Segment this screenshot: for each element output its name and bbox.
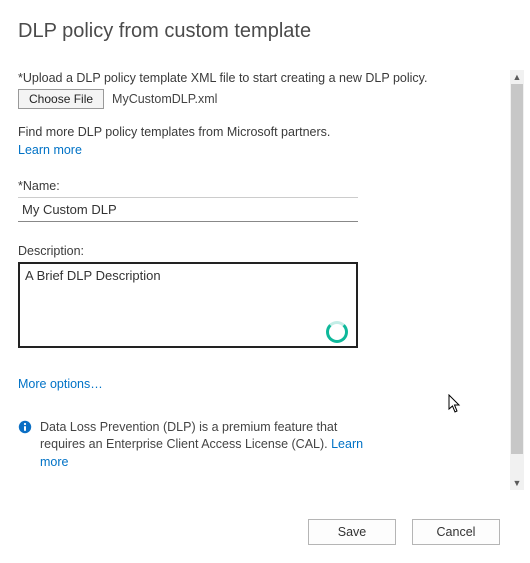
footer: Save Cancel: [308, 519, 500, 545]
info-text-body: Data Loss Prevention (DLP) is a premium …: [40, 420, 337, 452]
name-input[interactable]: [18, 197, 358, 222]
info-row: Data Loss Prevention (DLP) is a premium …: [18, 419, 487, 472]
file-chooser-row: Choose File MyCustomDLP.xml: [18, 89, 487, 109]
upload-instruction: *Upload a DLP policy template XML file t…: [18, 70, 487, 87]
scroll-area: *Upload a DLP policy template XML file t…: [0, 70, 530, 493]
description-input[interactable]: [18, 262, 358, 348]
more-options-link[interactable]: More options…: [18, 377, 103, 391]
learn-more-link[interactable]: Learn more: [18, 143, 82, 157]
spinner-icon: [326, 321, 348, 343]
description-label: Description:: [18, 244, 487, 258]
info-icon: [18, 420, 32, 439]
page-title: DLP policy from custom template: [18, 20, 530, 43]
name-label: *Name:: [18, 179, 487, 193]
save-button[interactable]: Save: [308, 519, 396, 545]
scrollbar[interactable]: ▲ ▼: [510, 70, 524, 490]
scroll-up-icon[interactable]: ▲: [510, 70, 524, 84]
partners-text: Find more DLP policy templates from Micr…: [18, 125, 487, 139]
scroll-thumb[interactable]: [511, 84, 523, 454]
cancel-button[interactable]: Cancel: [412, 519, 500, 545]
choose-file-button[interactable]: Choose File: [18, 89, 104, 109]
info-text: Data Loss Prevention (DLP) is a premium …: [40, 419, 370, 472]
chosen-filename: MyCustomDLP.xml: [112, 92, 217, 106]
scroll-down-icon[interactable]: ▼: [510, 476, 524, 490]
